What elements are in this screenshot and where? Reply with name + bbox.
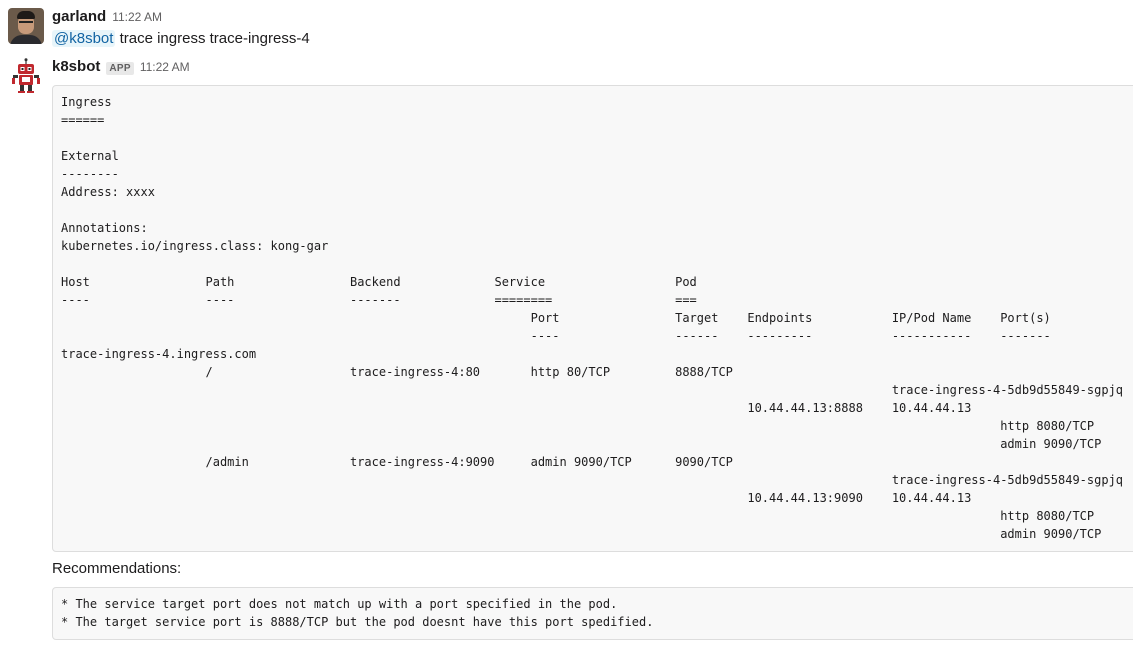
robot-icon[interactable] [8,58,44,94]
message-header: k8sbot APP 11:22 AM [52,58,190,76]
code-block-recommendations: * The service target port does not match… [52,587,1133,640]
code-text: * The service target port does not match… [61,597,654,629]
username[interactable]: k8sbot [52,58,100,75]
user-avatar[interactable] [8,8,44,44]
mention-link[interactable]: @k8sbot [52,30,116,47]
timestamp[interactable]: 11:22 AM [140,60,190,74]
code-text: Ingress ====== External -------- Address… [61,95,1124,541]
message-body: trace ingress trace-ingress-4 [115,30,310,47]
message-header: garland 11:22 AM [52,8,162,26]
app-badge: APP [106,62,134,75]
username[interactable]: garland [52,8,106,25]
recommendations-label: Recommendations: [52,560,182,577]
code-block-trace-output: Ingress ====== External -------- Address… [52,85,1133,552]
message-text: @k8sbot trace ingress trace-ingress-4 [52,30,310,47]
timestamp[interactable]: 11:22 AM [112,10,162,24]
